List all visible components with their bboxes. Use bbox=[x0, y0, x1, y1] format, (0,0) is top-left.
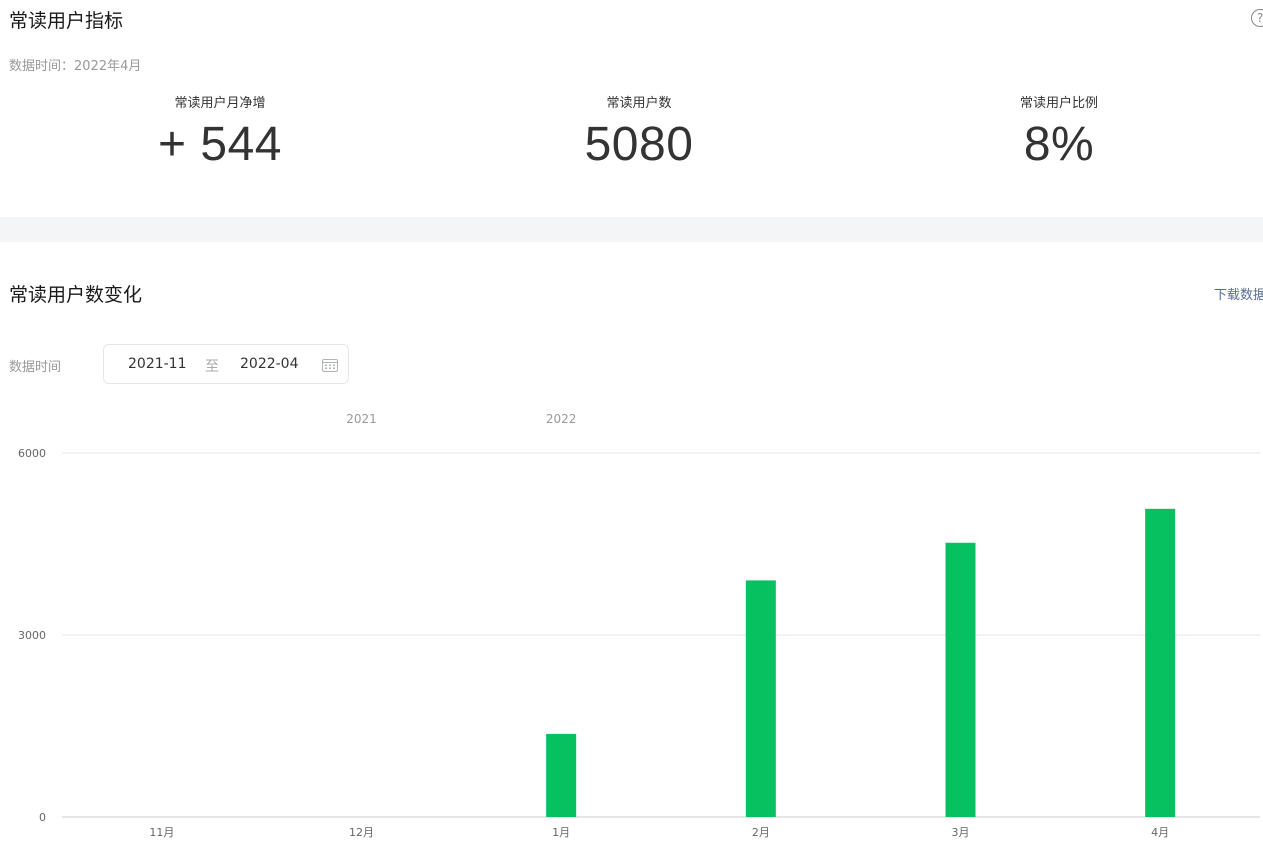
date-range-separator: 至 bbox=[205, 359, 219, 375]
download-data-link[interactable]: 下载数据 bbox=[1214, 284, 1263, 303]
date-end-input[interactable]: 2022-04 bbox=[240, 356, 299, 372]
metric-label: 常读用户数 bbox=[606, 96, 672, 111]
metrics-panel-title: 常读用户指标 bbox=[9, 10, 124, 32]
metric-value: + 544 bbox=[158, 118, 282, 171]
x-tick-label: 3月 bbox=[952, 826, 970, 839]
bar bbox=[1145, 508, 1176, 817]
x-tick-label: 12月 bbox=[349, 826, 374, 839]
metrics-data-time: 数据时间：2022年4月 bbox=[9, 59, 142, 74]
x-tick-label: 1月 bbox=[552, 826, 570, 839]
metric-value: 5080 bbox=[584, 118, 694, 171]
trend-section-title: 常读用户数变化 bbox=[9, 284, 143, 306]
metric-regular-reader-ratio: 常读用户比例 8% bbox=[909, 92, 1209, 172]
y-tick-label: 0 bbox=[39, 811, 46, 824]
metric-value: 8% bbox=[1023, 118, 1095, 171]
section-divider bbox=[0, 217, 1263, 242]
date-filter-label: 数据时间 bbox=[9, 360, 62, 375]
bar bbox=[745, 580, 776, 817]
year-label: 2022 bbox=[546, 412, 577, 426]
page: 常读用户指标 ? 数据时间：2022年4月 常读用户月净增 + 544 常读用户… bbox=[0, 0, 1263, 850]
metric-regular-readers: 常读用户数 5080 bbox=[489, 92, 789, 172]
year-label: 2021 bbox=[346, 412, 377, 426]
x-tick-label: 11月 bbox=[149, 826, 174, 839]
metric-monthly-net-growth: 常读用户月净增 + 544 bbox=[70, 92, 370, 172]
date-start-input[interactable]: 2021-11 bbox=[128, 356, 187, 372]
date-range-picker[interactable]: 2021-11 至 2022-04 bbox=[103, 344, 349, 384]
bar bbox=[546, 733, 577, 817]
metric-label: 常读用户月净增 bbox=[174, 96, 266, 111]
regular-readers-bar-chart: 0 3000 6000 2021 2022 11月 12月 1月 2月 3月 4月 bbox=[18, 412, 1260, 839]
calendar-icon[interactable] bbox=[322, 358, 338, 372]
bar bbox=[945, 542, 976, 817]
y-tick-label: 6000 bbox=[18, 447, 46, 460]
x-tick-label: 4月 bbox=[1151, 826, 1169, 839]
y-tick-label: 3000 bbox=[18, 629, 46, 642]
metric-label: 常读用户比例 bbox=[1019, 96, 1098, 111]
x-tick-label: 2月 bbox=[752, 826, 770, 839]
help-circle-icon[interactable]: ? bbox=[1251, 9, 1263, 27]
